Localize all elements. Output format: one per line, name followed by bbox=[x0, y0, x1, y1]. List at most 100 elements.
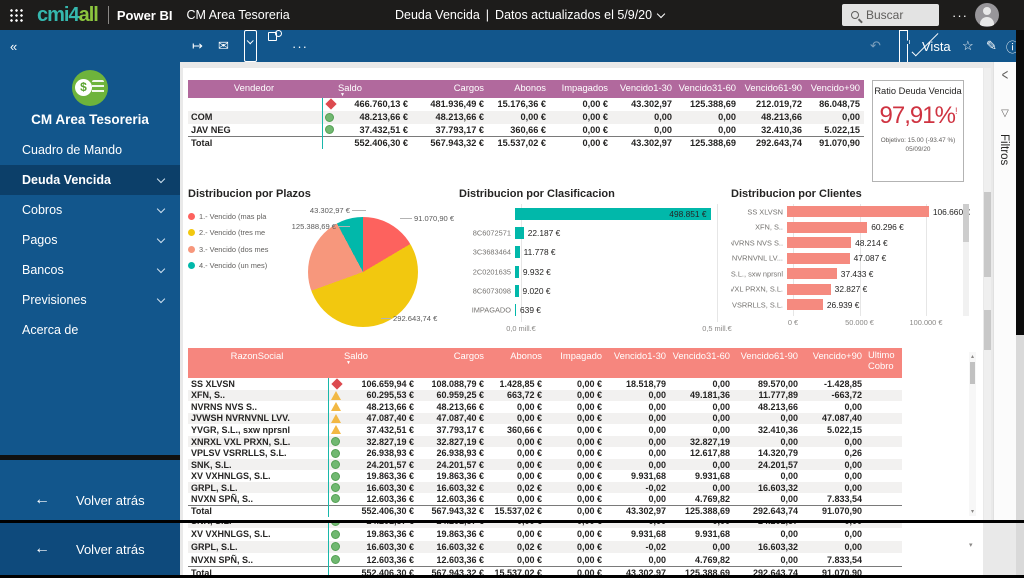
column-header[interactable]: Impagados bbox=[550, 80, 612, 98]
undo-icon[interactable]: ↶ bbox=[870, 30, 881, 62]
bar-row[interactable]: SS XLVSN106.660 € bbox=[731, 204, 971, 220]
expand-pane-icon[interactable]: < bbox=[994, 68, 1016, 85]
bar[interactable] bbox=[787, 222, 867, 233]
column-header[interactable]: Cargos bbox=[412, 80, 488, 98]
scrollbar-thumb[interactable] bbox=[970, 362, 975, 384]
bar-row[interactable]: 498.851 € bbox=[459, 204, 723, 223]
column-header[interactable]: Vencido1-30 bbox=[606, 348, 670, 378]
column-header[interactable]: Vencido61-90 bbox=[740, 80, 806, 98]
sidebar-item-previsiones[interactable]: Previsiones bbox=[0, 285, 180, 315]
app-launcher-icon[interactable] bbox=[9, 8, 23, 22]
scroll-down-icon[interactable]: ▾ bbox=[969, 541, 973, 549]
bar-row[interactable]: 3C368346411.778 € bbox=[459, 243, 723, 262]
legend-item[interactable]: 1.- Vencido (mas pla bbox=[188, 208, 268, 225]
popout-icon[interactable]: ↦ bbox=[192, 30, 203, 62]
pie-chart[interactable] bbox=[308, 217, 418, 327]
toolbar-more-icon[interactable]: ··· bbox=[292, 30, 308, 62]
table-row[interactable]: JAV NEG37.432,51 €37.793,17 €360,66 €0,0… bbox=[188, 124, 864, 137]
bar[interactable] bbox=[515, 246, 520, 258]
column-header[interactable]: Vencido+90 bbox=[806, 80, 864, 98]
bar-row[interactable]: VPLSV VSRRLLS, S.L.26.939 € bbox=[731, 297, 971, 313]
sidebar-item-deuda-vencida[interactable]: Deuda Vencida bbox=[0, 165, 180, 195]
table-row[interactable]: 466.760,13 €481.936,49 €15.176,36 €0,00 … bbox=[188, 98, 864, 111]
column-header[interactable]: Vencido1-30 bbox=[612, 80, 676, 98]
column-header[interactable]: Saldo▼ bbox=[328, 348, 418, 378]
bar[interactable] bbox=[787, 268, 837, 279]
avatar[interactable] bbox=[975, 3, 999, 27]
edit-pencil-icon[interactable]: ✎ bbox=[986, 30, 997, 62]
bar-row[interactable]: 8C60730989.020 € bbox=[459, 281, 723, 300]
product-name[interactable]: Power BI bbox=[117, 8, 173, 23]
bar[interactable] bbox=[787, 253, 850, 264]
bar[interactable]: 498.851 € bbox=[515, 208, 711, 220]
legend-item[interactable]: 4.- Vencido (un mes) bbox=[188, 258, 268, 275]
sidebar-item-bancos[interactable]: Bancos bbox=[0, 255, 180, 285]
bar-row[interactable]: IMPAGADO639 € bbox=[459, 300, 723, 319]
column-header[interactable]: Vencido+90 bbox=[802, 348, 866, 378]
chart-scrollbar[interactable] bbox=[963, 204, 969, 316]
comment-icon[interactable] bbox=[244, 30, 257, 62]
ratio-kpi-card[interactable]: Ratio Deuda Vencida 97,91%! Objetivo: 15… bbox=[872, 80, 964, 182]
table-row[interactable]: NVXN SPÑ, S..12.603,36 €12.603,36 €0,00 … bbox=[188, 553, 902, 566]
brand-logo[interactable]: cmi4all bbox=[37, 1, 98, 29]
sidebar-item-pagos[interactable]: Pagos bbox=[0, 225, 180, 255]
table-row[interactable]: XV VXHNLGS, S.L.19.863,36 €19.863,36 €0,… bbox=[188, 528, 902, 541]
workspace-name[interactable]: CM Area Tesoreria bbox=[186, 8, 289, 22]
page-scrollbar[interactable] bbox=[984, 68, 991, 520]
table-row[interactable]: GRPL, S.L.16.603,30 €16.603,32 €0,02 €0,… bbox=[188, 482, 902, 494]
sidebar-item-cobros[interactable]: Cobros bbox=[0, 195, 180, 225]
column-header[interactable]: Impagado bbox=[546, 348, 606, 378]
column-header[interactable]: Abonos bbox=[488, 348, 546, 378]
column-header[interactable]: Ultimo Cobro bbox=[866, 348, 902, 378]
back-button[interactable]: ← Volver atrás bbox=[0, 480, 180, 520]
table-row[interactable]: XV VXHNLGS, S.L.19.863,36 €19.863,36 €0,… bbox=[188, 470, 902, 482]
teams-icon[interactable] bbox=[268, 30, 280, 62]
table-row[interactable]: SS XLVSN106.659,94 €108.088,79 €1.428,85… bbox=[188, 378, 902, 390]
bar[interactable] bbox=[787, 284, 831, 295]
column-header[interactable]: Vencido31-60 bbox=[676, 80, 740, 98]
bar-row[interactable]: XNRXL VXL PRXN, S.L.32.827 € bbox=[731, 282, 971, 298]
table-scrollbar[interactable]: ▴ ▾ bbox=[969, 352, 976, 516]
column-header[interactable]: Vencido31-60 bbox=[670, 348, 734, 378]
bar[interactable] bbox=[787, 237, 851, 248]
table-row[interactable]: XFN, S..60.295,53 €60.959,25 €663,72 €0,… bbox=[188, 390, 902, 402]
search-input[interactable]: Buscar bbox=[842, 4, 939, 26]
back-button[interactable]: ← Volver atrás bbox=[0, 523, 180, 575]
bar-row[interactable]: NVRNS NVS S..48.214 € bbox=[731, 235, 971, 251]
page-info[interactable]: Deuda Vencida | Datos actualizados el 5/… bbox=[395, 0, 664, 30]
bar[interactable] bbox=[515, 227, 524, 239]
scroll-up-icon[interactable]: ▴ bbox=[969, 353, 976, 360]
sidebar-item-acerca-de[interactable]: Acerca de bbox=[0, 315, 180, 345]
legend-item[interactable]: 3.- Vencido (dos mes bbox=[188, 241, 268, 258]
favorite-star-icon[interactable]: ☆ bbox=[962, 30, 974, 62]
bar[interactable] bbox=[787, 299, 823, 310]
table-row[interactable]: XNRXL VXL PRXN, S.L.32.827,19 €32.827,19… bbox=[188, 436, 902, 448]
scroll-down-icon[interactable]: ▾ bbox=[969, 508, 976, 515]
column-header[interactable]: Abonos bbox=[488, 80, 550, 98]
table-row[interactable]: JVWSH NVRNVNL LVV.47.087,40 €47.087,40 €… bbox=[188, 413, 902, 425]
column-header[interactable]: RazonSocial bbox=[188, 348, 328, 378]
bar-row[interactable]: JVWSH NVRNVNL LV...47.087 € bbox=[731, 251, 971, 267]
bar-row[interactable]: YVGR, S.L., sxw nprsnl37.433 € bbox=[731, 266, 971, 282]
column-header[interactable]: Cargos bbox=[418, 348, 488, 378]
table-row[interactable]: NVRNS NVS S..48.213,66 €48.213,66 €0,00 … bbox=[188, 401, 902, 413]
table-row[interactable]: GRPL, S.L.16.603,30 €16.603,32 €0,02 €0,… bbox=[188, 541, 902, 554]
bar[interactable] bbox=[515, 285, 519, 297]
chevron-down-icon[interactable] bbox=[657, 9, 665, 17]
bookmark-icon[interactable] bbox=[899, 30, 908, 62]
sidebar-item-cuadro-de-mando[interactable]: Cuadro de Mando bbox=[0, 135, 180, 165]
column-header[interactable]: Vencido61-90 bbox=[734, 348, 802, 378]
table-row[interactable]: COM48.213,66 €48.213,66 €0,00 €0,00 €0,0… bbox=[188, 111, 864, 124]
more-options-icon[interactable]: ··· bbox=[952, 0, 968, 30]
bar-row[interactable]: 8C607257122.187 € bbox=[459, 223, 723, 242]
bar-row[interactable]: XFN, S..60.296 € bbox=[731, 220, 971, 236]
table-row[interactable]: NVXN SPÑ, S..12.603,36 €12.603,36 €0,00 … bbox=[188, 493, 902, 505]
table-row[interactable]: YVGR, S.L., sxw nprsnl37.432,51 €37.793,… bbox=[188, 424, 902, 436]
bar[interactable] bbox=[515, 266, 519, 278]
bar[interactable] bbox=[515, 304, 516, 316]
table-row[interactable]: SNK, S.L.24.201,57 €24.201,57 €0,00 €0,0… bbox=[188, 459, 902, 471]
column-header[interactable]: Vendedor bbox=[188, 80, 322, 98]
mail-icon[interactable]: ✉ bbox=[218, 30, 229, 62]
column-header[interactable]: Saldo▼ bbox=[322, 80, 412, 98]
bar-row[interactable]: 2C02016359.932 € bbox=[459, 262, 723, 281]
